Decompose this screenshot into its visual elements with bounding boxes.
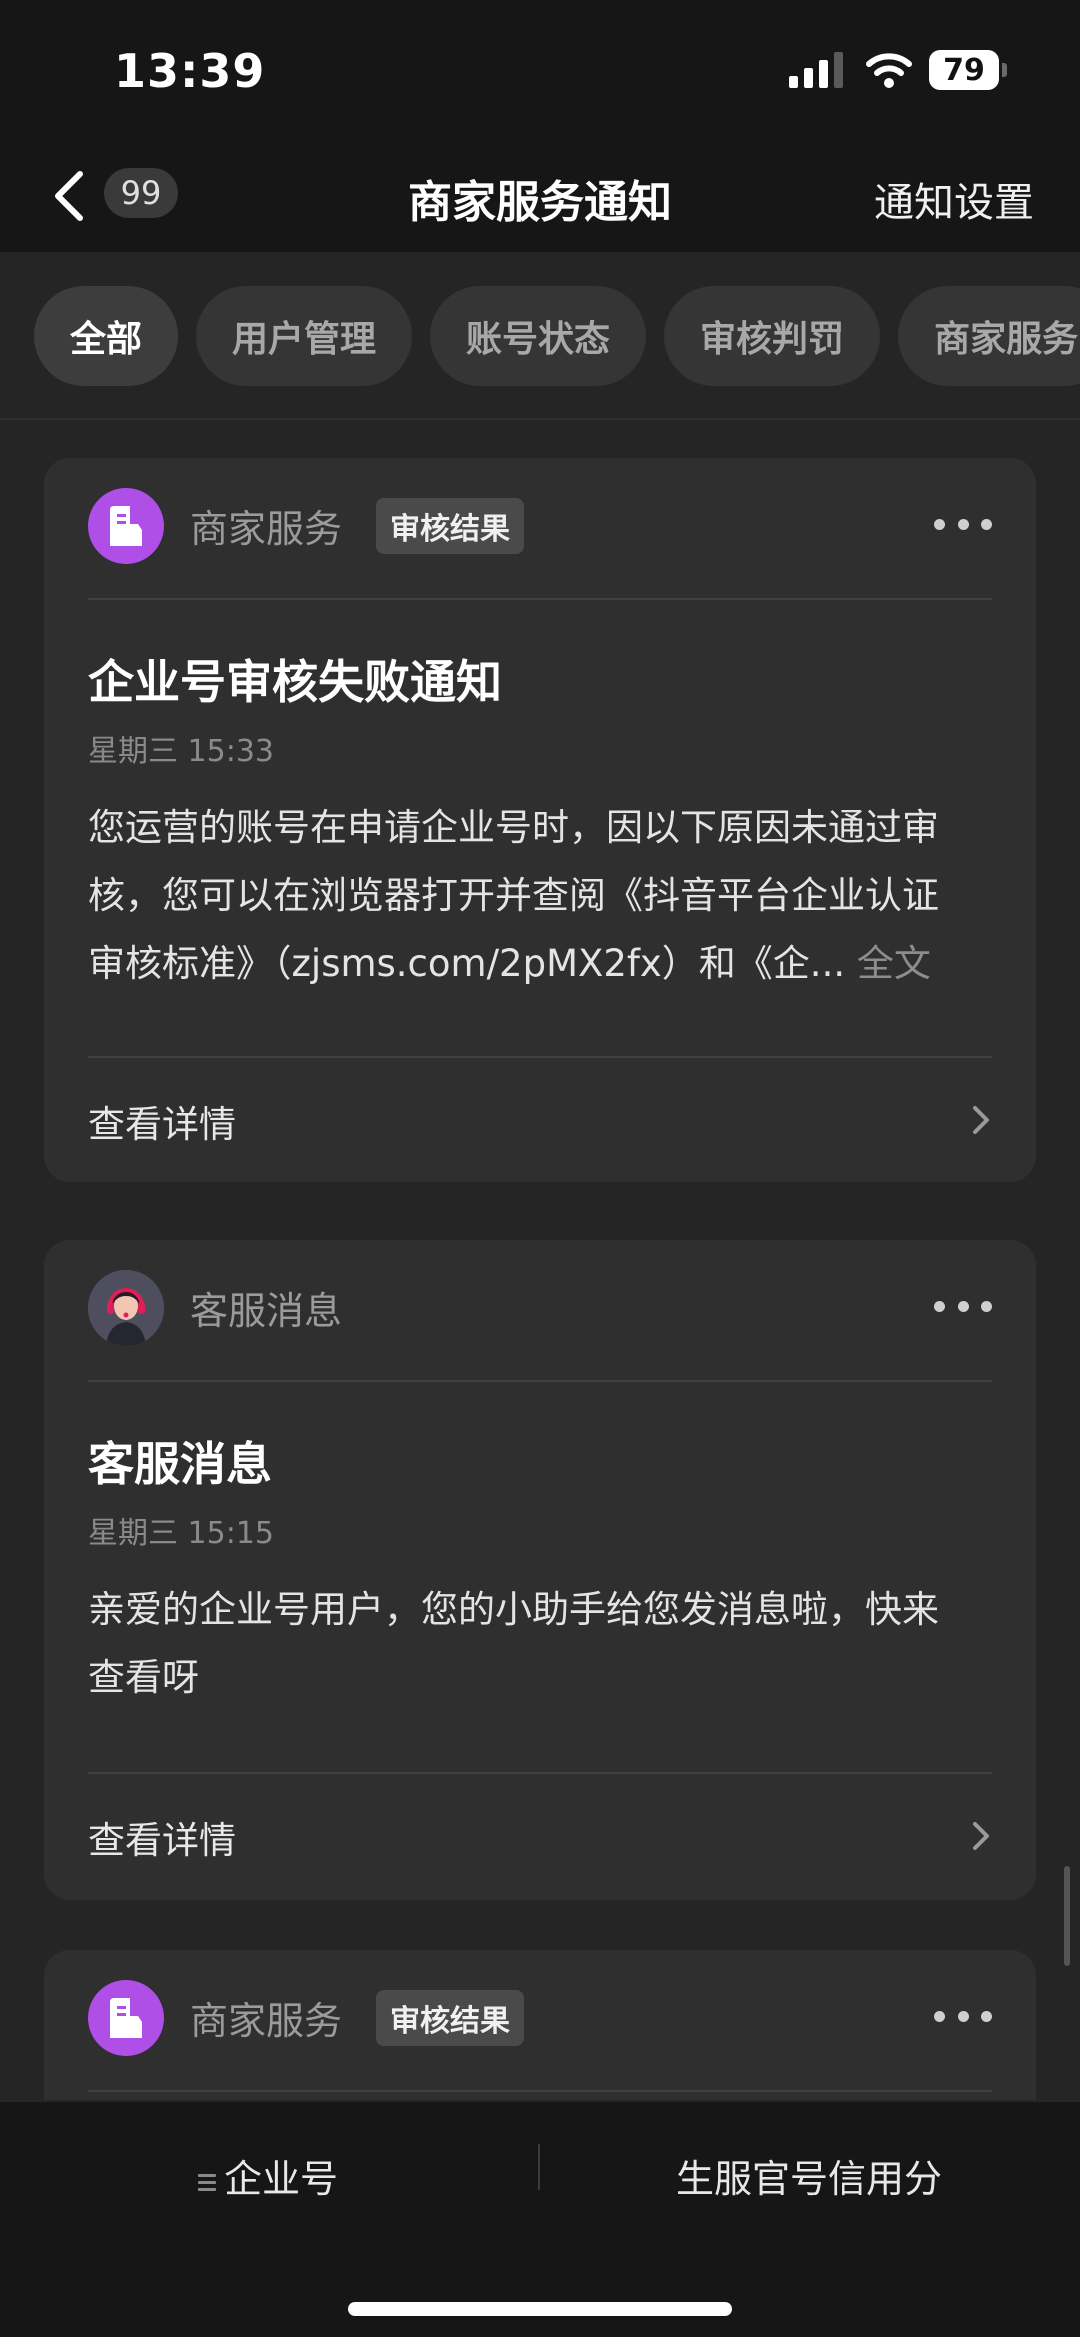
- card-title: 企业号审核失败通知: [88, 655, 502, 709]
- expand-full-text-link[interactable]: 全文: [857, 942, 931, 985]
- chevron-right-icon: [973, 1822, 989, 1850]
- notification-card[interactable]: 商家服务 审核结果: [44, 1950, 1036, 2100]
- credit-score-tab[interactable]: 生服官号信用分: [676, 2148, 942, 2203]
- view-details-label: 查看详情: [88, 1103, 236, 1146]
- filter-tabs: 全部 用户管理 账号状态 审核判罚 商家服务: [0, 252, 1080, 420]
- more-options-icon[interactable]: [934, 514, 992, 534]
- view-details-row[interactable]: 查看详情: [44, 1058, 1036, 1182]
- sender-name: 商家服务: [190, 1999, 343, 2043]
- divider: [88, 1380, 992, 1382]
- divider: [88, 2090, 992, 2092]
- back-icon[interactable]: [40, 160, 100, 230]
- body-line: 核，您可以在浏览器打开并查阅《抖音平台企业认证: [88, 874, 939, 917]
- chevron-right-icon: [973, 1106, 989, 1134]
- body-line-text: 审核标准》（zjsms.com/2pMX2fx）和《企...: [88, 942, 846, 985]
- unread-count-badge[interactable]: 99: [104, 168, 178, 218]
- notification-settings-link[interactable]: 通知设置: [874, 170, 1034, 228]
- body-line: 查看呀: [88, 1656, 199, 1699]
- review-result-tag: 审核结果: [376, 498, 524, 554]
- card-body: 您运营的账号在申请企业号时，因以下原因未通过审 核，您可以在浏览器打开并查阅《抖…: [88, 794, 992, 998]
- sender-name: 客服消息: [190, 1289, 343, 1333]
- nav-bar: 99 商家服务通知 通知设置: [0, 140, 1080, 252]
- home-indicator[interactable]: [348, 2302, 732, 2316]
- bottom-bar: 企业号 生服官号信用分: [0, 2100, 1080, 2337]
- card-title: 客服消息: [88, 1437, 272, 1491]
- battery-icon: 79: [929, 50, 1007, 90]
- card-header: 客服消息: [44, 1240, 1036, 1380]
- more-options-icon[interactable]: [934, 1296, 992, 1316]
- customer-service-avatar: [88, 1270, 164, 1346]
- view-details-row[interactable]: 查看详情: [44, 1774, 1036, 1900]
- menu-icon: [198, 2170, 218, 2194]
- view-details-label: 查看详情: [88, 1819, 236, 1862]
- scroll-indicator[interactable]: [1064, 1866, 1070, 1966]
- tab-account-status[interactable]: 账号状态: [430, 286, 647, 386]
- body-line-last: 审核标准》（zjsms.com/2pMX2fx）和《企... 全文: [88, 930, 992, 998]
- tab-user-management[interactable]: 用户管理: [196, 286, 413, 386]
- tab-merchant-service[interactable]: 商家服务: [898, 286, 1080, 386]
- card-time: 星期三 15:15: [88, 1516, 274, 1551]
- card-header: 商家服务 审核结果: [44, 458, 1036, 598]
- merchant-service-avatar: [88, 1980, 164, 2056]
- more-options-icon[interactable]: [934, 2006, 992, 2026]
- sender-name: 商家服务: [190, 507, 343, 551]
- body-line: 您运营的账号在申请企业号时，因以下原因未通过审: [88, 806, 939, 849]
- battery-level: 79: [929, 50, 999, 90]
- merchant-service-avatar: [88, 488, 164, 564]
- notification-card[interactable]: 商家服务 审核结果 企业号审核失败通知 星期三 15:33 您运营的账号在申请企…: [44, 458, 1036, 1182]
- cellular-signal-icon: [789, 52, 845, 88]
- card-body: 亲爱的企业号用户，您的小助手给您发消息啦，快来 查看呀: [88, 1576, 992, 1712]
- enterprise-account-tab[interactable]: 企业号: [198, 2148, 338, 2203]
- tab-all[interactable]: 全部: [34, 286, 179, 386]
- body-line: 亲爱的企业号用户，您的小助手给您发消息啦，快来: [88, 1588, 939, 1631]
- status-time: 13:39: [114, 44, 266, 98]
- review-result-tag: 审核结果: [376, 1990, 524, 2046]
- status-bar: 13:39 79: [0, 0, 1080, 140]
- tab-review-penalty[interactable]: 审核判罚: [664, 286, 881, 386]
- wifi-icon: [866, 53, 912, 88]
- enterprise-account-label: 企业号: [224, 2157, 339, 2201]
- divider: [88, 598, 992, 600]
- divider: [538, 2144, 540, 2190]
- notification-card[interactable]: 客服消息 客服消息 星期三 15:15 亲爱的企业号用户，您的小助手给您发消息啦…: [44, 1240, 1036, 1900]
- card-time: 星期三 15:33: [88, 734, 274, 769]
- card-header: 商家服务 审核结果: [44, 1950, 1036, 2090]
- notification-feed[interactable]: 商家服务 审核结果 企业号审核失败通知 星期三 15:33 您运营的账号在申请企…: [0, 420, 1080, 2100]
